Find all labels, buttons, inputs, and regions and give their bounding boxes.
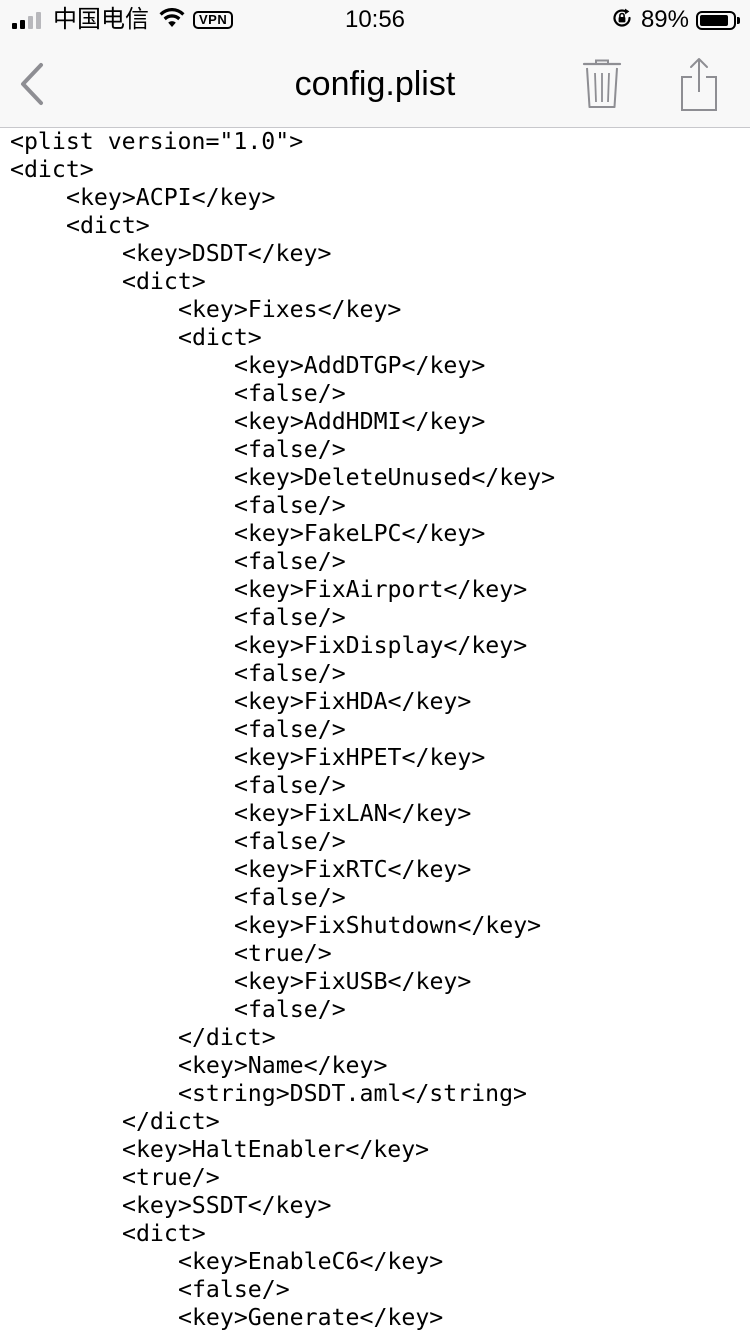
code-line: <true/> <box>234 940 332 967</box>
code-line: <key>Fixes</key> <box>178 296 402 323</box>
code-line: <dict> <box>178 324 262 351</box>
code-line: </dict> <box>178 1024 276 1051</box>
code-line: <false/> <box>234 604 346 631</box>
code-line: <key>AddHDMI</key> <box>234 408 486 435</box>
code-line: <key>FixShutdown</key> <box>234 912 542 939</box>
code-line: <dict> <box>66 212 150 239</box>
code-line: <true/> <box>122 1164 220 1191</box>
code-line: <false/> <box>234 548 346 575</box>
code-line: <key>FakeLPC</key> <box>234 520 486 547</box>
file-content-view[interactable]: <plist version="1.0"> <dict> <key>ACPI</ke… <box>0 128 750 1334</box>
code-line: <plist version="1.0"> <box>10 128 304 155</box>
code-line: <key>DeleteUnused</key> <box>234 464 556 491</box>
code-line: </dict> <box>122 1108 220 1135</box>
code-line: <key>AddDTGP</key> <box>234 352 486 379</box>
code-line: <key>SSDT</key> <box>122 1192 332 1219</box>
code-line: <key>HaltEnabler</key> <box>122 1136 430 1163</box>
code-line: <false/> <box>234 492 346 519</box>
code-line: <false/> <box>234 436 346 463</box>
status-bar: 中国电信 VPN 10:56 89% <box>0 0 750 40</box>
code-line: <false/> <box>234 884 346 911</box>
code-line: <false/> <box>234 772 346 799</box>
status-right: 89% <box>611 6 740 34</box>
battery-icon <box>696 10 740 30</box>
share-icon <box>681 58 717 111</box>
code-line: <false/> <box>178 1276 290 1303</box>
battery-cap <box>737 16 740 24</box>
code-line: <false/> <box>234 380 346 407</box>
code-line: <key>ACPI</key> <box>66 184 276 211</box>
code-line: <key>FixHDA</key> <box>234 688 472 715</box>
code-line: <dict> <box>122 268 206 295</box>
battery-percent: 89% <box>640 6 689 33</box>
code-line: <key>FixUSB</key> <box>234 968 472 995</box>
code-line: <key>Name</key> <box>178 1052 388 1079</box>
battery-level-fill <box>700 14 728 26</box>
code-line: <dict> <box>122 1220 206 1247</box>
code-line: <key>FixAirport</key> <box>234 576 528 603</box>
code-line: <false/> <box>234 996 346 1023</box>
trash-icon <box>582 59 622 108</box>
delete-button[interactable] <box>578 56 626 112</box>
navigation-bar: config.plist <box>0 40 750 128</box>
share-button[interactable] <box>674 54 724 114</box>
code-line: <dict> <box>10 156 94 183</box>
code-line: <key>EnableC6</key> <box>178 1248 444 1275</box>
code-line: <key>FixRTC</key> <box>234 856 472 883</box>
code-line: <false/> <box>234 716 346 743</box>
code-line: <false/> <box>234 828 346 855</box>
code-line: <key>FixHPET</key> <box>234 744 486 771</box>
code-line: <string>DSDT.aml</string> <box>178 1080 528 1107</box>
code-line: <key>FixDisplay</key> <box>234 632 528 659</box>
code-line: <false/> <box>234 660 346 687</box>
code-line: <key>Generate</key> <box>178 1304 444 1331</box>
code-line: <key>FixLAN</key> <box>234 800 472 827</box>
rotation-lock-icon <box>611 7 633 34</box>
code-line: <key>DSDT</key> <box>122 240 332 267</box>
page-title: config.plist <box>294 65 456 103</box>
